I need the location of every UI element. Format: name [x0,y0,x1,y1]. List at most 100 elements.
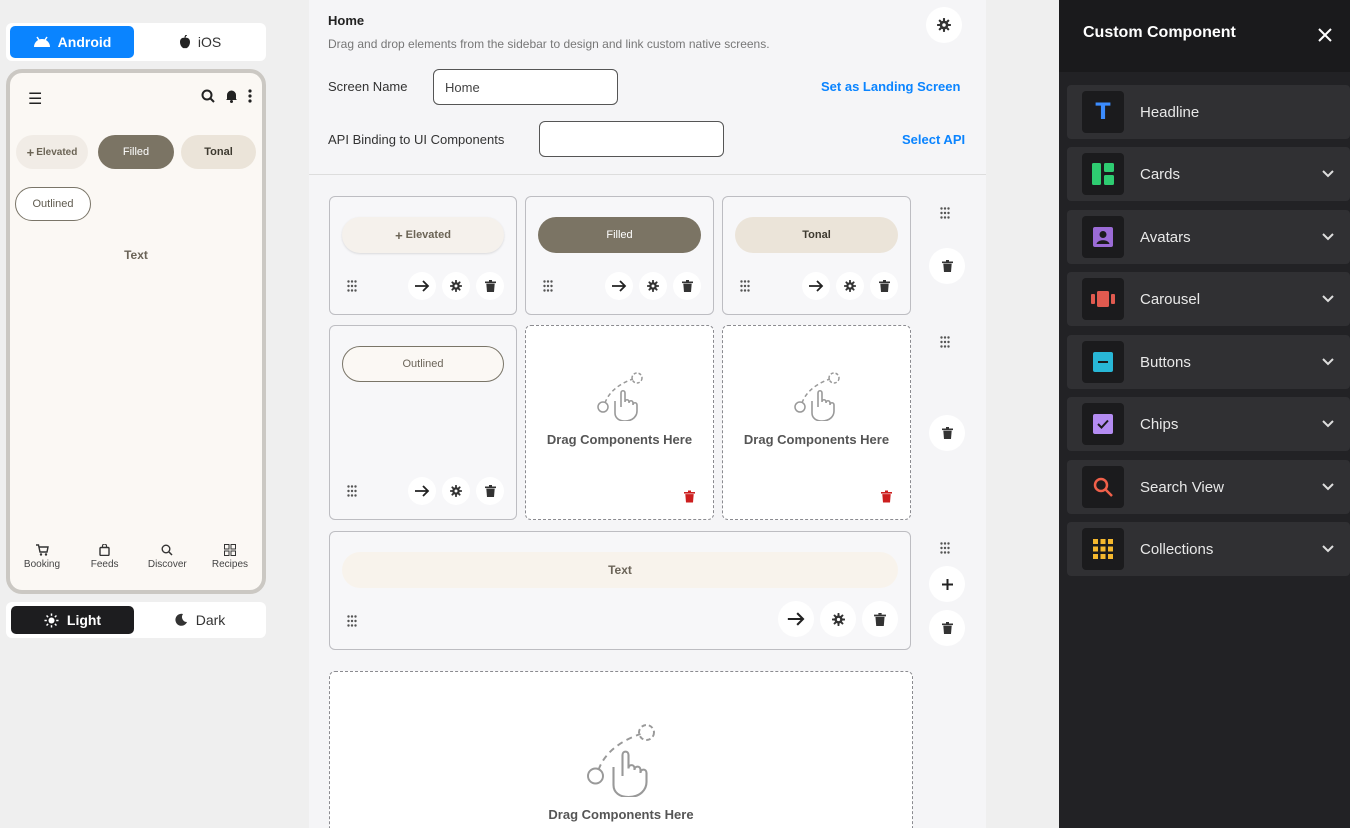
screen-subtitle: Drag and drop elements from the sidebar … [328,37,770,51]
discover-icon [161,544,173,556]
outlined-chip[interactable]: Outlined [342,346,504,382]
delete-button[interactable] [862,601,898,637]
drag-handle-icon[interactable] [347,280,357,292]
plus-icon [941,578,953,590]
cell-outlined[interactable]: Outlined [329,325,517,520]
cell-tools [778,601,898,637]
component-carousel-label: Carousel [1140,290,1201,308]
component-carousel[interactable]: Carousel [1067,272,1350,326]
drag-handle-icon[interactable] [347,615,357,627]
link-button[interactable] [408,272,436,300]
delete-button[interactable] [870,272,898,300]
screen-editor: Home Drag and drop elements from the sid… [309,0,986,828]
light-label: Light [66,612,102,628]
cell-settings-button[interactable] [836,272,864,300]
set-landing-screen-link[interactable]: Set as Landing Screen [821,79,960,94]
component-buttons[interactable]: Buttons [1067,335,1350,389]
row-drag-handle-icon[interactable] [940,336,950,348]
delete-row-button[interactable] [929,610,965,646]
component-headline[interactable]: T Headline [1067,85,1350,139]
tonal-chip[interactable]: Tonal [735,217,898,253]
nav-recipes[interactable]: Recipes [200,544,260,584]
arrow-right-icon [787,612,805,626]
cell-elevated[interactable]: + Elevated [329,196,517,315]
drop-zone-large[interactable]: Drag Components Here [329,671,913,828]
preview-filled-chip[interactable]: Filled [98,135,174,169]
row-drag-handle-icon[interactable] [940,542,950,554]
grid-icon [223,544,236,556]
cell-text[interactable]: Text [329,531,911,650]
drag-handle-icon[interactable] [543,280,553,292]
chevron-down-icon [1322,358,1334,366]
trash-icon [941,622,953,634]
nav-discover[interactable]: Discover [137,544,197,584]
row-drag-handle-icon[interactable] [940,207,950,219]
component-avatars[interactable]: Avatars [1067,210,1350,264]
trash-icon[interactable] [881,490,892,503]
arrow-right-icon [809,280,824,292]
carousel-icon [1082,278,1124,320]
delete-button[interactable] [476,272,504,300]
add-row-button[interactable] [929,566,965,602]
cell-tonal[interactable]: Tonal [722,196,911,315]
link-button[interactable] [778,601,814,637]
close-button[interactable] [1310,20,1340,50]
nav-feeds[interactable]: Feeds [75,544,135,584]
drop-zone-label: Drag Components Here [548,807,694,822]
android-label: Android [57,34,112,50]
component-chips[interactable]: Chips [1067,397,1350,451]
menu-icon[interactable]: ☰ [28,89,42,109]
cards-icon [1082,153,1124,195]
select-api-link[interactable]: Select API [902,132,965,147]
filled-chip[interactable]: Filled [538,217,701,253]
elevated-chip[interactable]: + Elevated [342,217,504,253]
bell-icon[interactable] [225,89,238,103]
cell-settings-button[interactable] [442,272,470,300]
drag-handle-icon[interactable] [740,280,750,292]
more-vert-icon[interactable] [248,89,252,103]
drop-zone[interactable]: Drag Components Here [722,325,911,520]
arrow-right-icon [612,280,627,292]
sun-icon [44,612,59,628]
drag-handle-icon[interactable] [347,485,357,497]
cell-settings-button[interactable] [820,601,856,637]
ios-tab[interactable]: iOS [138,26,262,58]
delete-row-button[interactable] [929,248,965,284]
link-button[interactable] [605,272,633,300]
component-cards[interactable]: Cards [1067,147,1350,201]
cell-settings-button[interactable] [639,272,667,300]
delete-button[interactable] [673,272,701,300]
delete-button[interactable] [476,477,504,505]
drop-zone[interactable]: Drag Components Here [525,325,714,520]
search-icon [1082,466,1124,508]
preview-outlined-chip[interactable]: Outlined [15,187,91,221]
component-search-view[interactable]: Search View [1067,460,1350,514]
link-button[interactable] [408,477,436,505]
nav-booking[interactable]: Booking [12,544,72,584]
preview-tonal-chip[interactable]: Tonal [181,135,256,169]
cell-filled[interactable]: Filled [525,196,714,315]
nav-recipes-label: Recipes [211,559,249,570]
text-component[interactable]: Text [342,552,898,588]
screen-title: Home [328,13,365,28]
preview-elevated-chip[interactable]: + Elevated [16,135,88,169]
light-theme-tab[interactable]: Light [11,606,134,634]
api-binding-input[interactable] [539,121,724,157]
gear-icon [450,280,462,292]
android-tab[interactable]: Android [10,26,134,58]
drag-gesture-icon [587,724,655,797]
panel-title: Custom Component [1083,24,1236,41]
trash-icon [681,280,693,292]
screen-name-input[interactable] [433,69,618,105]
cell-settings-button[interactable] [442,477,470,505]
link-button[interactable] [802,272,830,300]
trash-icon[interactable] [684,490,695,503]
delete-row-button[interactable] [929,415,965,451]
search-icon[interactable] [201,89,215,103]
outlined-chip-label: Outlined [402,358,444,370]
screen-settings-button[interactable] [926,7,962,43]
component-collections[interactable]: Collections [1067,522,1350,576]
dark-theme-tab[interactable]: Dark [138,606,261,634]
arrow-right-icon [415,485,430,497]
trash-icon [484,485,496,497]
